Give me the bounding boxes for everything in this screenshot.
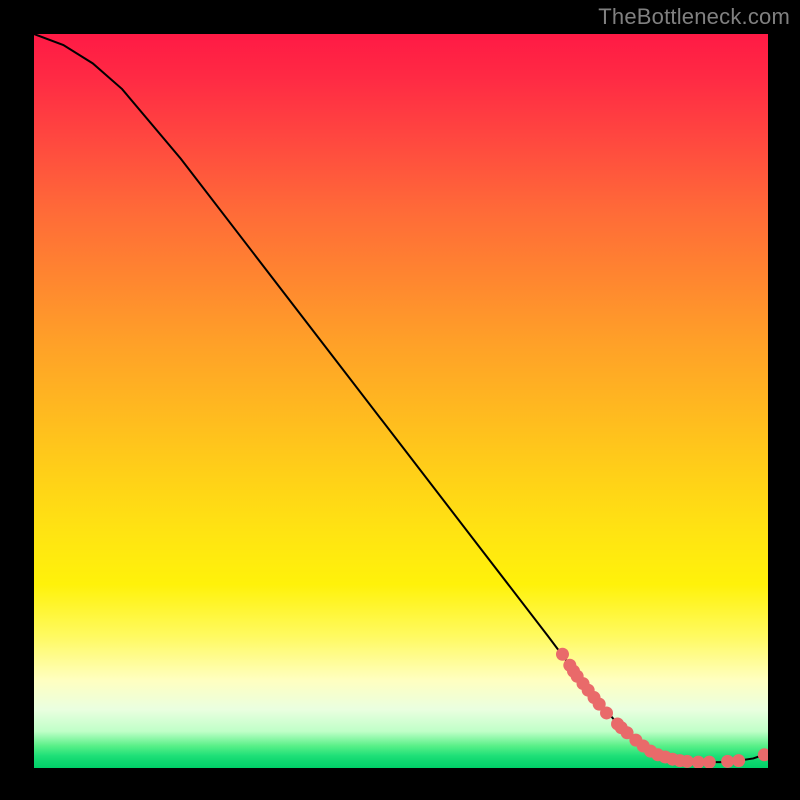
data-marker [556, 648, 569, 661]
curve-path [34, 34, 768, 762]
data-marker [758, 748, 768, 761]
data-marker [681, 755, 694, 768]
chart-svg [34, 34, 768, 768]
data-marker [721, 755, 734, 768]
markers-group [556, 648, 768, 768]
plot-area [34, 34, 768, 768]
data-marker [600, 706, 613, 719]
data-marker [732, 754, 745, 767]
attribution-text: TheBottleneck.com [598, 4, 790, 30]
data-marker [703, 756, 716, 768]
